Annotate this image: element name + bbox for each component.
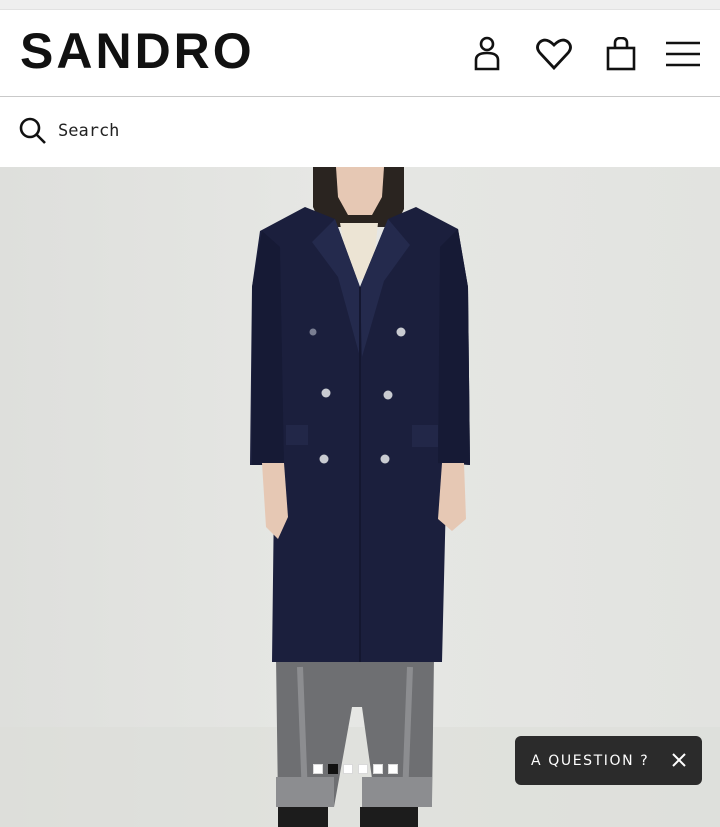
search-input[interactable] — [58, 118, 358, 144]
gallery-dot-1[interactable] — [313, 764, 323, 774]
gallery-dot-5[interactable] — [373, 764, 383, 774]
shopping-bag-icon[interactable] — [599, 32, 643, 76]
product-photo-coat — [0, 167, 720, 827]
search-icon[interactable] — [18, 116, 48, 146]
question-label[interactable]: A QUESTION ? — [531, 753, 649, 769]
product-image[interactable] — [0, 167, 720, 827]
wishlist-heart-icon[interactable] — [532, 32, 576, 76]
question-widget[interactable]: A QUESTION ? — [515, 736, 702, 785]
close-icon[interactable] — [670, 751, 688, 769]
brand-logo[interactable]: SANDRO — [20, 24, 255, 78]
account-icon[interactable] — [465, 32, 509, 76]
gallery-dot-4[interactable] — [358, 764, 368, 774]
menu-icon[interactable] — [661, 32, 705, 76]
gallery-dot-2-active[interactable] — [328, 764, 338, 774]
status-strip — [0, 0, 720, 10]
search-bar — [0, 98, 720, 166]
site-header: SANDRO — [0, 10, 720, 97]
gallery-pagination — [313, 764, 398, 774]
gallery-dot-3[interactable] — [343, 764, 353, 774]
gallery-dot-6[interactable] — [388, 764, 398, 774]
